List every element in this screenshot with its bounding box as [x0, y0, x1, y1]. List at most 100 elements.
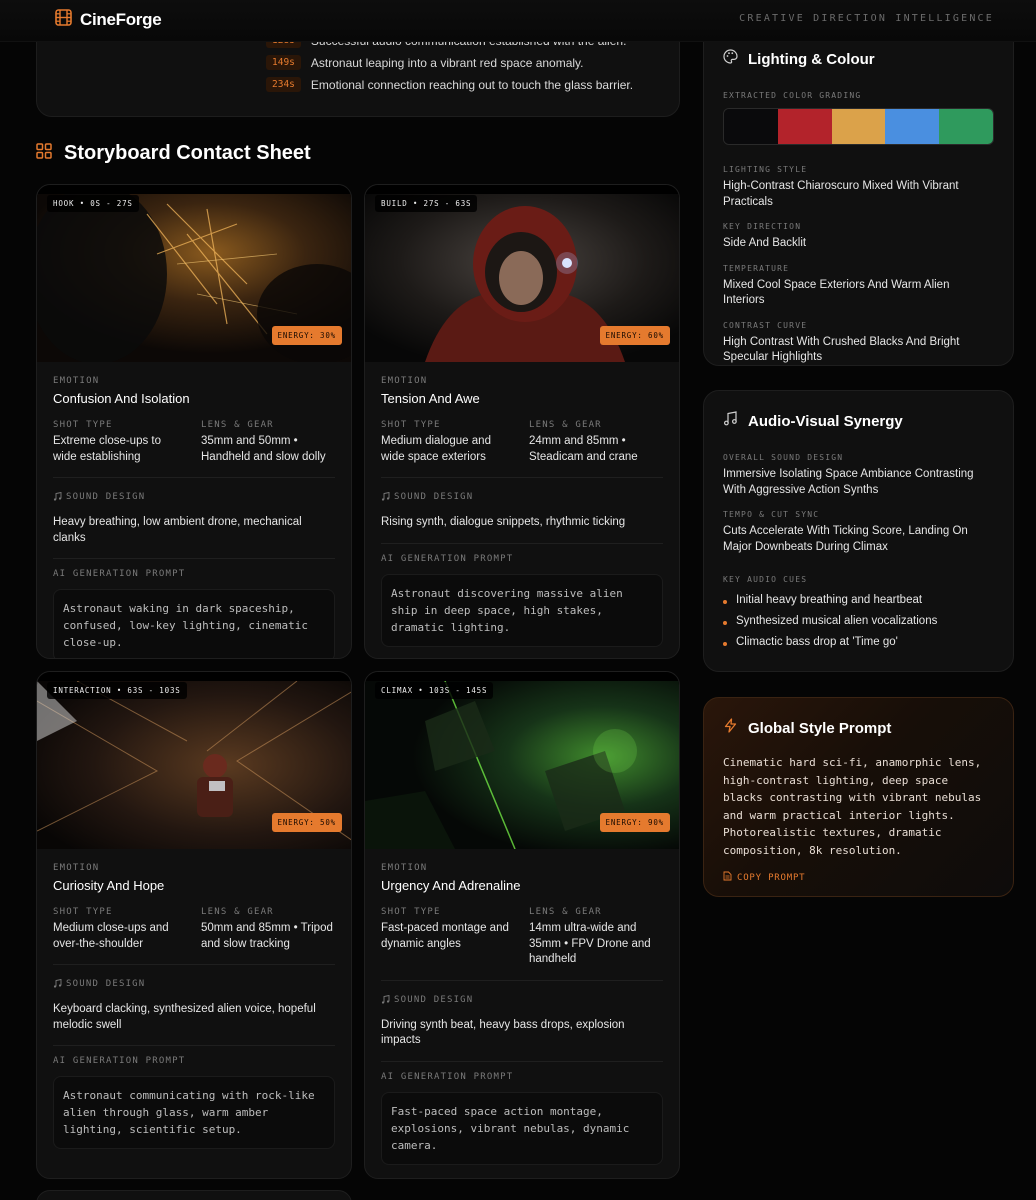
- lighting-card: Lighting & Colour EXTRACTED COLOR GRADIN…: [703, 0, 1014, 366]
- ai-prompt-text[interactable]: Astronaut waking in dark spaceship, conf…: [53, 589, 335, 658]
- scene-card-build[interactable]: BUILD • 27S - 63S ENERGY: 60% EMOTION Te…: [364, 184, 680, 659]
- timeline-item: 234s Emotional connection reaching out t…: [266, 77, 633, 92]
- scene-thumbnail[interactable]: CLIMAX • 103S - 145S ENERGY: 90%: [365, 672, 679, 849]
- scene-card-interaction[interactable]: INTERACTION • 63S - 103S ENERGY: 50% EMO…: [36, 671, 352, 1179]
- sound-design-label: SOUND DESIGN: [394, 994, 474, 1005]
- shot-type-value: Medium close-ups and over-the-shoulder: [53, 922, 169, 950]
- sound-design-label: SOUND DESIGN: [394, 492, 474, 502]
- bullet-dot: [723, 600, 727, 604]
- global-style-prompt[interactable]: Cinematic hard sci-fi, anamorphic lens, …: [723, 754, 994, 859]
- contrast-curve: CONTRAST CURVE High Contrast With Crushe…: [723, 321, 994, 366]
- ai-prompt-label: AI GENERATION PROMPT: [53, 1056, 186, 1066]
- shot-type-label: SHOT TYPE: [381, 907, 441, 917]
- timeline-text: Astronaut leaping into a vibrant red spa…: [310, 55, 584, 70]
- energy-badge: ENERGY: 90%: [599, 813, 670, 832]
- field-label: TEMPERATURE: [723, 263, 790, 273]
- temperature: TEMPERATURE Mixed Cool Space Exteriors A…: [723, 264, 994, 309]
- color-swatch[interactable]: [939, 109, 993, 144]
- sound-design-label: SOUND DESIGN: [66, 979, 146, 989]
- document-icon: [723, 871, 732, 884]
- lens-value: 14mm ultra-wide and 35mm • FPV Drone and…: [529, 922, 651, 965]
- color-swatch[interactable]: [777, 109, 832, 144]
- timeline-item: 149s Astronaut leaping into a vibrant re…: [266, 55, 584, 70]
- top-bar: CineForge CREATIVE DIRECTION INTELLIGENC…: [0, 0, 1036, 42]
- audio-title: Audio-Visual Synergy: [748, 412, 903, 430]
- field-label: OVERALL SOUND DESIGN: [723, 453, 844, 462]
- scene-card-hook[interactable]: HOOK • 0S - 27S ENERGY: 30% EMOTION Conf…: [36, 184, 352, 659]
- color-swatch[interactable]: [831, 109, 886, 144]
- color-swatches: [723, 108, 994, 145]
- ai-prompt-text[interactable]: Astronaut discovering massive alien ship…: [381, 573, 663, 647]
- scene-card-climax[interactable]: CLIMAX • 103S - 145S ENERGY: 90% EMOTION…: [364, 671, 680, 1179]
- lighting-title: Lighting & Colour: [748, 50, 875, 68]
- sound-design-value: Driving synth beat, heavy bass drops, ex…: [381, 1018, 625, 1047]
- bullet-dot: [723, 621, 727, 625]
- field-label: CONTRAST CURVE: [723, 320, 808, 330]
- ai-prompt-text[interactable]: Astronaut communicating with rock-like a…: [53, 1076, 335, 1149]
- sound-design-value: Keyboard clacking, synthesized alien voi…: [53, 1003, 316, 1031]
- lens-label: LENS & GEAR: [201, 907, 274, 917]
- palette-icon: [723, 49, 738, 69]
- field-label: KEY DIRECTION: [723, 222, 802, 231]
- global-style-card: Global Style Prompt Cinematic hard sci-f…: [703, 697, 1014, 897]
- ai-prompt-label: AI GENERATION PROMPT: [381, 553, 514, 564]
- storyboard-heading: Storyboard Contact Sheet: [36, 142, 311, 165]
- copy-prompt-button[interactable]: COPY PROMPT: [723, 871, 994, 884]
- scene-time-badge: CLIMAX • 103S - 145S: [375, 682, 494, 699]
- shot-type-value: Fast-paced montage and dynamic angles: [381, 922, 509, 950]
- scene-emotion: Curiosity And Hope: [53, 878, 165, 893]
- global-style-title: Global Style Prompt: [748, 719, 892, 737]
- scene-thumbnail[interactable]: BUILD • 27S - 63S ENERGY: 60%: [365, 185, 679, 362]
- lens-value: 24mm and 85mm • Steadicam and crane: [529, 435, 638, 463]
- lens-value: 50mm and 85mm • Tripod and slow tracking: [201, 922, 333, 950]
- audio-cue: Synthesized musical alien vocalizations: [723, 615, 994, 627]
- field-value: Immersive Isolating Space Ambiance Contr…: [723, 468, 974, 496]
- copy-prompt-label: COPY PROMPT: [737, 872, 806, 883]
- field-value: High Contrast With Crushed Blacks And Br…: [723, 335, 960, 364]
- key-direction: KEY DIRECTION Side And Backlit: [723, 222, 994, 252]
- field-label: TEMPO & CUT SYNC: [723, 510, 820, 519]
- bullet-dot: [723, 642, 727, 646]
- field-value: High-Contrast Chiaroscuro Mixed With Vib…: [723, 180, 959, 208]
- energy-badge: ENERGY: 30%: [271, 326, 342, 345]
- brand[interactable]: CineForge: [55, 9, 162, 31]
- emotion-label: EMOTION: [381, 863, 428, 873]
- emotion-label: EMOTION: [53, 863, 100, 873]
- sound-design-value: Rising synth, dialogue snippets, rhythmi…: [381, 516, 626, 528]
- shot-type-label: SHOT TYPE: [381, 420, 441, 430]
- scene-emotion: Tension And Awe: [381, 391, 480, 406]
- scene-thumbnail[interactable]: INTERACTION • 63S - 103S ENERGY: 50%: [37, 672, 351, 849]
- lighting-style: LIGHTING STYLE High-Contrast Chiaroscuro…: [723, 165, 994, 210]
- audio-cue-text: Climactic bass drop at 'Time go': [736, 636, 898, 648]
- brand-name: CineForge: [80, 10, 162, 29]
- color-swatch[interactable]: [885, 109, 940, 144]
- energy-badge: ENERGY: 60%: [599, 326, 670, 345]
- lens-label: LENS & GEAR: [201, 420, 274, 430]
- music-note-icon: [723, 411, 738, 431]
- key-audio-cues-label: KEY AUDIO CUES: [723, 575, 808, 584]
- ai-prompt-label: AI GENERATION PROMPT: [53, 569, 186, 579]
- overall-sound-design: OVERALL SOUND DESIGN Immersive Isolating…: [723, 453, 994, 498]
- field-value: Side And Backlit: [723, 237, 807, 249]
- scene-thumbnail[interactable]: HOOK • 0S - 27S ENERGY: 30%: [37, 185, 351, 362]
- lens-value: 35mm and 50mm • Handheld and slow dolly: [201, 435, 326, 463]
- field-value: Cuts Accelerate With Ticking Score, Land…: [723, 525, 968, 553]
- tagline: CREATIVE DIRECTION INTELLIGENCE: [739, 13, 994, 24]
- shot-type-label: SHOT TYPE: [53, 907, 113, 917]
- audio-cue: Initial heavy breathing and heartbeat: [723, 594, 994, 606]
- scene-time-badge: INTERACTION • 63S - 103S: [47, 682, 187, 699]
- sound-design-value: Heavy breathing, low ambient drone, mech…: [53, 516, 302, 544]
- shot-type-value: Medium dialogue and wide space exteriors: [381, 435, 491, 463]
- scene-card-next[interactable]: [36, 1190, 352, 1200]
- music-note-icon: [381, 488, 390, 506]
- shot-type-value: Extreme close-ups to wide establishing: [53, 435, 162, 463]
- grid-icon: [36, 143, 52, 164]
- scene-emotion: Urgency And Adrenaline: [381, 878, 521, 893]
- emotion-label: EMOTION: [381, 376, 428, 386]
- color-grading-label: EXTRACTED COLOR GRADING: [723, 91, 862, 100]
- color-swatch[interactable]: [724, 109, 778, 144]
- energy-badge: ENERGY: 50%: [271, 813, 342, 832]
- ai-prompt-text[interactable]: Fast-paced space action montage, explosi…: [381, 1091, 663, 1165]
- sound-design-label: SOUND DESIGN: [66, 492, 146, 502]
- music-note-icon: [53, 488, 62, 506]
